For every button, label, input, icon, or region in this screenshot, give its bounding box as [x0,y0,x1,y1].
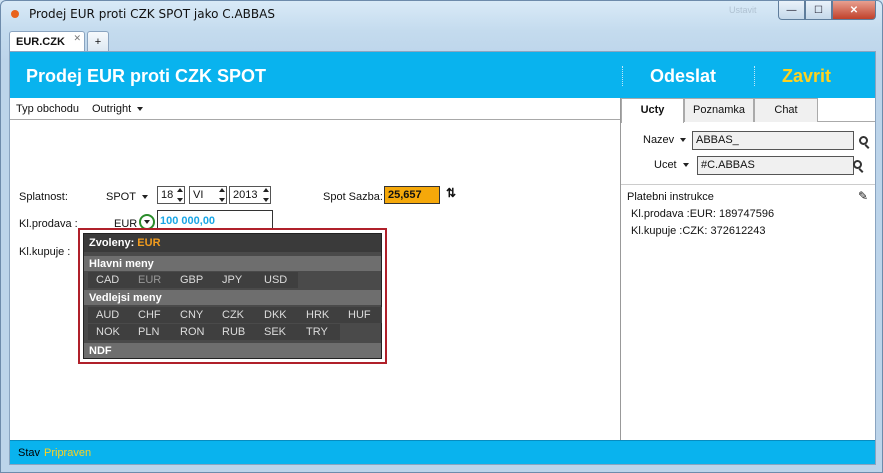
window-controls: — ☐ ✕ [778,1,876,21]
instruction-buy: Kl.kupuje :CZK: 372612243 [631,225,766,237]
main-currencies-group: Hlavni meny [84,256,381,271]
maximize-button[interactable]: ☐ [805,1,832,20]
header-divider [754,66,755,86]
status-value: Pripraven [44,447,92,459]
account-panel: Ucty Poznamka Chat Nazev ABBAS_ Ucet #C.… [620,98,875,440]
day-spin-icon[interactable] [176,188,183,202]
status-bar: Stav Pripraven [10,440,875,464]
tab-label: EUR.CZK [16,35,65,48]
trade-type-label: Typ obchodu [16,103,79,115]
trade-type-row: Typ obchodu Outright [10,98,620,120]
app-window: Prodej EUR proti CZK SPOT jako C.ABBAS U… [0,0,883,473]
selected-currency-header: Zvoleny: EUR [84,234,381,252]
deal-title: Prodej EUR proti CZK SPOT [26,66,267,86]
currency-option[interactable]: NOK [88,324,130,340]
chevron-down-icon [137,107,144,112]
currency-option[interactable]: CHF [130,307,172,323]
chevron-down-icon [680,138,687,143]
app-icon [11,10,19,18]
currency-popup-body: Zvoleny: EUR Hlavni meny CAD EUR GBP JPY USD… [83,233,382,359]
selected-currency: EUR [137,237,161,249]
currency-option[interactable]: HUF [340,307,382,323]
account-tabs: Ucty Poznamka Chat [621,98,875,123]
currency-option[interactable]: EUR [130,272,172,288]
sell-label: Kl.prodava : [19,218,78,230]
title-bar: Prodej EUR proti CZK SPOT jako C.ABBAS U… [1,1,882,29]
ndf-group[interactable]: NDF [84,343,381,358]
currency-option[interactable]: TRY [298,324,340,340]
close-deal-button[interactable]: Zavrit [782,66,831,87]
trade-type-value: Outright [92,103,132,115]
new-tab-button[interactable]: + [87,31,109,51]
chevron-down-icon [144,220,150,224]
year-stepper[interactable]: 2013 [229,186,271,204]
minimize-button[interactable]: — [778,1,805,20]
currency-option[interactable]: SEK [256,324,298,340]
name-label: Nazev [643,134,675,146]
window-title: Prodej EUR proti CZK SPOT jako C.ABBAS [29,7,275,21]
currency-option[interactable]: HRK [298,307,340,323]
name-select[interactable]: Nazev [643,134,687,146]
month-spin-icon[interactable] [218,188,225,202]
currency-popup: Zvoleny: EUR Hlavni meny CAD EUR GBP JPY USD… [78,228,387,364]
currency-option[interactable]: PLN [130,324,172,340]
account-select[interactable]: Ucet [654,159,689,171]
currency-option[interactable]: AUD [88,307,130,323]
chevron-down-icon [141,195,148,200]
buy-label: Kl.kupuje : [19,246,71,258]
send-button[interactable]: Odeslat [650,66,716,87]
pencil-icon[interactable]: ✎ [858,189,868,203]
deal-form: Typ obchodu Outright Splatnost: SPOT 18 … [10,98,620,440]
settlement-type-value: SPOT [106,191,136,203]
settlement-type-select[interactable]: SPOT [106,191,148,203]
currency-option[interactable]: DKK [256,307,298,323]
faded-toolbar-label: Ustavit [729,5,757,15]
day-stepper[interactable]: 18 [157,186,185,204]
deal-header: Prodej EUR proti CZK SPOT Odeslat Zavrit [10,52,875,98]
spot-rate-value: 25,657 [384,186,440,204]
minor-currencies-list: AUD CHF CNY CZK DKK HRK HUF NOK PLN RON RUB SEK TRY [88,307,382,340]
close-window-button[interactable]: ✕ [832,1,876,20]
currency-option[interactable]: CAD [88,272,130,288]
name-input[interactable]: ABBAS_ [692,131,854,150]
main-currencies-list: CAD EUR GBP JPY USD [88,272,382,288]
account-label: Ucet [654,159,677,171]
trade-type-select[interactable]: Outright [92,103,144,115]
currency-option[interactable]: RUB [214,324,256,340]
tab-strip: EUR.CZK ✕ + [9,31,109,51]
currency-option[interactable]: CZK [214,307,256,323]
tab-close-icon[interactable]: ✕ [73,33,81,44]
status-label: Stav [18,447,41,459]
currency-option[interactable]: RON [172,324,214,340]
chevron-down-icon [682,163,689,168]
refresh-icon[interactable]: ⇅ [446,186,456,200]
payment-instructions-title: Platebni instrukce [627,191,714,203]
divider [621,184,875,185]
tab-eur-czk[interactable]: EUR.CZK ✕ [9,31,85,51]
tab-poznamka[interactable]: Poznamka [684,98,754,122]
instruction-sell: Kl.prodava :EUR: 189747596 [631,208,775,220]
day-value: 18 [161,189,174,201]
selected-label: Zvoleny: [89,237,135,249]
minor-currencies-group: Vedlejsi meny [84,290,381,305]
currency-option[interactable]: GBP [172,272,214,288]
month-value: VI [193,189,204,201]
spot-rate-label: Spot Sazba: [323,191,383,203]
year-value: 2013 [233,189,258,201]
search-icon[interactable] [853,160,862,169]
account-input[interactable]: #C.ABBAS [697,156,854,175]
header-divider [622,66,623,86]
tab-chat[interactable]: Chat [754,98,818,122]
year-spin-icon[interactable] [262,188,269,202]
search-icon[interactable] [859,136,868,145]
settlement-label: Splatnost: [19,191,68,203]
tab-ucty[interactable]: Ucty [621,98,684,123]
month-stepper[interactable]: VI [189,186,227,204]
deal-panel: Prodej EUR proti CZK SPOT Odeslat Zavrit… [9,51,876,465]
currency-option[interactable]: JPY [214,272,256,288]
currency-option[interactable]: CNY [172,307,214,323]
currency-option[interactable]: USD [256,272,298,288]
